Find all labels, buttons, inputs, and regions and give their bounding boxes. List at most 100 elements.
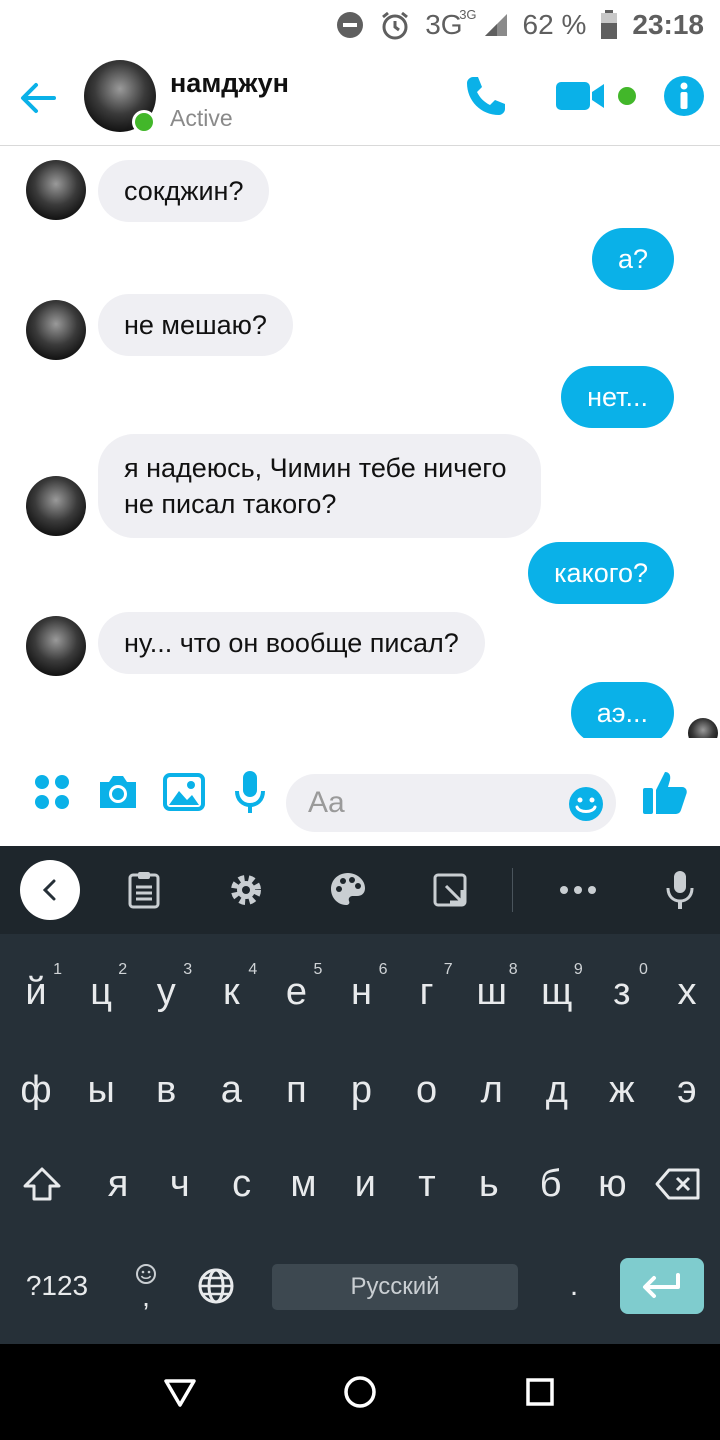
sender-avatar: [26, 476, 86, 536]
clipboard-icon[interactable]: [120, 866, 168, 914]
key-label: и: [354, 1163, 376, 1205]
key-м[interactable]: м: [271, 1144, 335, 1224]
message-incoming[interactable]: сокджин?: [98, 160, 270, 222]
key-в[interactable]: в: [134, 1050, 198, 1130]
key-о[interactable]: о: [395, 1050, 459, 1130]
voice-call-icon[interactable]: [462, 72, 510, 120]
microphone-icon[interactable]: [228, 770, 272, 814]
contact-name[interactable]: намджун: [170, 68, 289, 99]
message-text: какого?: [528, 542, 674, 604]
key-р[interactable]: р: [330, 1050, 394, 1130]
key-д[interactable]: д: [525, 1050, 589, 1130]
key-г[interactable]: г7: [395, 952, 459, 1032]
key-с[interactable]: с: [210, 1144, 274, 1224]
key-label: о: [416, 1069, 438, 1111]
key-т[interactable]: т: [395, 1144, 459, 1224]
key-я[interactable]: я: [86, 1144, 150, 1224]
key-л[interactable]: л: [460, 1050, 524, 1130]
key-х[interactable]: х: [655, 952, 719, 1032]
keyboard-collapse-button[interactable]: [20, 860, 80, 920]
period-key[interactable]: .: [550, 1246, 598, 1326]
key-щ[interactable]: щ9: [525, 952, 589, 1032]
backspace-key[interactable]: [646, 1144, 710, 1224]
nav-home-icon[interactable]: [336, 1368, 384, 1416]
message-text: ну... что он вообще писал?: [98, 612, 485, 674]
language-globe-icon[interactable]: [190, 1246, 242, 1326]
message-outgoing[interactable]: аэ...: [570, 682, 674, 738]
settings-gear-icon[interactable]: [222, 866, 270, 914]
video-call-icon[interactable]: [556, 72, 606, 120]
message-outgoing[interactable]: нет...: [561, 366, 674, 428]
key-ж[interactable]: ж: [590, 1050, 654, 1130]
key-ш[interactable]: ш8: [460, 952, 524, 1032]
more-options-icon[interactable]: [554, 866, 602, 914]
key-ю[interactable]: ю: [580, 1144, 644, 1224]
key-а[interactable]: а: [199, 1050, 263, 1130]
key-н[interactable]: н6: [330, 952, 394, 1032]
soft-keyboard: й1ц2у3к4е5н6г7ш8щ9з0х фывапролджэ ячсмит…: [0, 846, 720, 1344]
enter-key[interactable]: [620, 1258, 704, 1314]
alarm-icon: [379, 9, 411, 41]
sender-avatar: [26, 616, 86, 676]
info-icon[interactable]: [662, 72, 706, 120]
gallery-icon[interactable]: [162, 770, 206, 814]
symbols-key[interactable]: ?123: [14, 1246, 100, 1326]
message-text: я надеюсь, Чимин тебе ничего не писал та…: [98, 434, 541, 538]
message-text: нет...: [561, 366, 674, 428]
key-label: э: [677, 1069, 697, 1111]
key-п[interactable]: п: [264, 1050, 328, 1130]
shift-key[interactable]: [10, 1144, 74, 1224]
message-list[interactable]: сокджин? а? не мешаю? нет... я надеюсь, …: [0, 146, 720, 738]
key-label: ы: [87, 1069, 115, 1111]
key-э[interactable]: э: [655, 1050, 719, 1130]
key-hint: 7: [443, 961, 453, 978]
navigation-bar: [0, 1344, 720, 1440]
more-apps-icon[interactable]: [30, 770, 74, 814]
message-incoming[interactable]: не мешаю?: [98, 294, 293, 356]
emoji-comma-key[interactable]: ,: [116, 1246, 176, 1326]
space-bar[interactable]: Русский: [272, 1264, 518, 1310]
key-hint: 6: [378, 961, 388, 978]
key-label: й: [25, 971, 47, 1013]
conversation-header: намджун Active: [0, 50, 720, 146]
resize-keyboard-icon[interactable]: [426, 866, 474, 914]
key-hint: 0: [638, 961, 648, 978]
comma-label: ,: [142, 1281, 150, 1312]
key-hint: 9: [573, 961, 583, 978]
message-incoming[interactable]: ну... что он вообще писал?: [98, 612, 485, 674]
message-incoming[interactable]: я надеюсь, Чимин тебе ничего не писал та…: [98, 434, 541, 538]
key-hint: 2: [118, 961, 128, 978]
message-outgoing[interactable]: какого?: [528, 542, 674, 604]
emoji-icon[interactable]: [568, 786, 604, 822]
toolbar-divider: [512, 868, 513, 912]
key-ч[interactable]: ч: [148, 1144, 212, 1224]
key-и[interactable]: и: [333, 1144, 397, 1224]
key-б[interactable]: б: [519, 1144, 583, 1224]
do-not-disturb-icon: [335, 10, 365, 40]
key-ц[interactable]: ц2: [69, 952, 133, 1032]
nav-recents-icon[interactable]: [516, 1368, 564, 1416]
key-у[interactable]: у3: [134, 952, 198, 1032]
key-ь[interactable]: ь: [457, 1144, 521, 1224]
message-text: не мешаю?: [98, 294, 293, 356]
camera-icon[interactable]: [96, 770, 140, 814]
key-з[interactable]: з0: [590, 952, 654, 1032]
key-ф[interactable]: ф: [4, 1050, 68, 1130]
key-label: ш: [476, 971, 507, 1013]
seen-avatar: [688, 718, 718, 738]
key-й[interactable]: й1: [4, 952, 68, 1032]
theme-palette-icon[interactable]: [324, 866, 372, 914]
key-е[interactable]: е5: [264, 952, 328, 1032]
nav-back-icon[interactable]: [156, 1368, 204, 1416]
back-arrow-icon[interactable]: [18, 78, 58, 118]
key-label: н: [351, 971, 372, 1013]
like-thumbs-up-icon[interactable]: [640, 770, 690, 814]
message-input[interactable]: [286, 774, 536, 832]
video-active-dot: [616, 72, 638, 120]
message-outgoing[interactable]: а?: [591, 228, 674, 290]
key-к[interactable]: к4: [199, 952, 263, 1032]
key-label: к: [222, 971, 240, 1013]
voice-input-icon[interactable]: [656, 866, 704, 914]
key-ы[interactable]: ы: [69, 1050, 133, 1130]
message-text: сокджин?: [98, 160, 270, 222]
